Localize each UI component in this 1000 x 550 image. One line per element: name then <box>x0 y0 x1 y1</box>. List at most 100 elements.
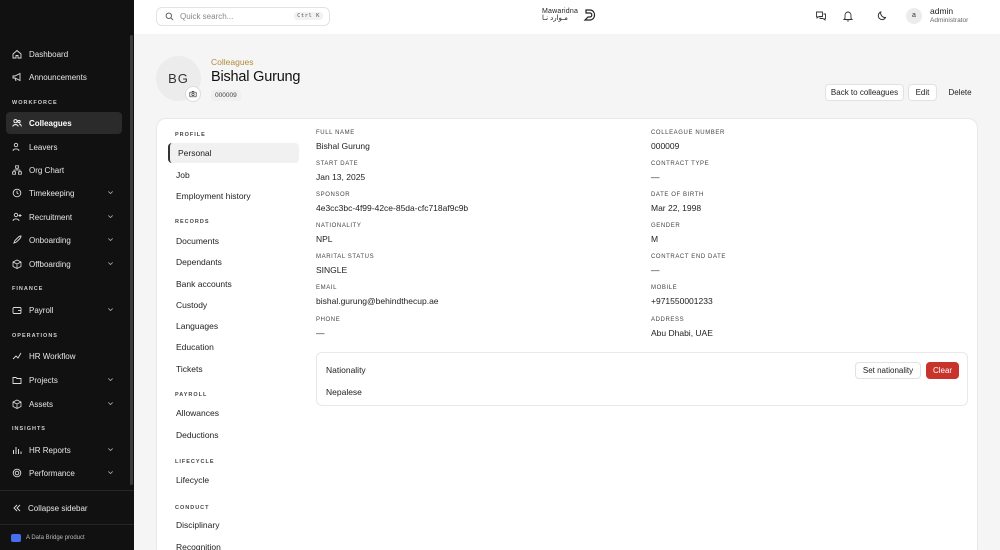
start-date-value: Jan 13, 2025 <box>316 172 366 182</box>
change-photo-button[interactable] <box>185 86 201 102</box>
sidebar-item-label: HR Reports <box>29 445 71 455</box>
nationality-value: NPL <box>316 234 333 244</box>
sidebar-item-org-chart[interactable]: Org Chart <box>6 159 122 181</box>
tab-disciplinary[interactable]: Disciplinary <box>168 515 299 535</box>
full-name-value: Bishal Gurung <box>316 141 370 151</box>
contract-end-date-value: — <box>651 265 660 275</box>
tab-allowances[interactable]: Allowances <box>168 403 299 423</box>
tab-bank-accounts[interactable]: Bank accounts <box>168 274 299 294</box>
colleague-number-badge: 000009 <box>211 90 241 101</box>
sidebar-item-hr-workflow[interactable]: HR Workflow <box>6 345 122 367</box>
sidebar-item-timekeeping[interactable]: Timekeeping <box>6 182 122 204</box>
sidebar-item-projects[interactable]: Projects <box>6 369 122 391</box>
sidebar-item-onboarding[interactable]: Onboarding <box>6 229 122 251</box>
messages-icon[interactable] <box>815 10 827 22</box>
sponsor-value: 4e3cc3bc-4f99-42ce-85da-cfc718af9c9b <box>316 203 469 213</box>
tab-lifecycle[interactable]: Lifecycle <box>168 470 299 490</box>
marital-status-value: SINGLE <box>316 265 348 275</box>
sidebar-item-label: Onboarding <box>29 235 71 245</box>
sidebar-item-label: Timekeeping <box>29 188 75 198</box>
sidebar-item-announcements[interactable]: Announcements <box>6 66 122 88</box>
nationality-label: NATIONALITY <box>316 223 362 229</box>
nav-section-records: RECORDS <box>175 219 210 225</box>
sidebar-item-recruitment[interactable]: Recruitment <box>6 206 122 228</box>
sidebar-item-dashboard[interactable]: Dashboard <box>6 43 122 65</box>
user-name: admin <box>930 6 954 16</box>
sidebar: Dashboard Announcements WORKFORCE Collea… <box>0 0 134 550</box>
tab-documents[interactable]: Documents <box>168 231 299 251</box>
chevron-down-icon <box>108 471 113 475</box>
tab-custody[interactable]: Custody <box>168 295 299 315</box>
back-to-colleagues-button[interactable]: Back to colleagues <box>825 84 904 101</box>
camera-icon <box>189 90 197 98</box>
mobile-value: +971550001233 <box>651 296 713 306</box>
tab-education[interactable]: Education <box>168 337 299 357</box>
sidebar-item-hr-reports[interactable]: HR Reports <box>6 439 122 461</box>
brand-name-ar: مـوارد نـا <box>542 15 568 22</box>
user-menu[interactable]: a admin Administrator <box>906 6 968 25</box>
brand-mark-icon <box>583 9 596 21</box>
search-icon <box>165 12 174 21</box>
user-avatar: a <box>906 7 922 24</box>
tab-recognition[interactable]: Recognition <box>168 537 299 550</box>
sidebar-item-label: Projects <box>29 375 58 385</box>
sidebar-section-insights: INSIGHTS <box>12 426 46 432</box>
sidebar-item-offboarding[interactable]: Offboarding <box>6 253 122 275</box>
sidebar-item-assets[interactable]: Assets <box>6 393 122 415</box>
tab-deductions[interactable]: Deductions <box>168 425 299 445</box>
sidebar-item-label: Org Chart <box>29 165 65 175</box>
mobile-label: MOBILE <box>651 285 678 291</box>
sidebar-item-colleagues[interactable]: Colleagues <box>6 112 122 134</box>
megaphone-icon <box>12 72 22 82</box>
clear-nationality-button[interactable]: Clear <box>926 362 959 379</box>
chevron-down-icon <box>108 402 113 406</box>
wallet-icon <box>12 305 22 315</box>
footer-text: A Data Bridge product <box>26 535 85 541</box>
nationality-panel: Nationality Nepalese Set nationality Cle… <box>316 352 968 406</box>
nav-section-conduct: CONDUCT <box>175 505 210 511</box>
bell-icon[interactable] <box>842 10 854 22</box>
sidebar-footer: A Data Bridge product <box>11 534 85 542</box>
email-label: EMAIL <box>316 285 338 291</box>
set-nationality-button[interactable]: Set nationality <box>855 362 921 379</box>
contract-end-date-label: CONTRACT END DATE <box>651 254 726 260</box>
dark-mode-icon[interactable] <box>876 10 888 22</box>
tab-dependants[interactable]: Dependants <box>168 252 299 272</box>
gender-label: GENDER <box>651 223 681 229</box>
sidebar-item-leavers[interactable]: Leavers <box>6 136 122 158</box>
sidebar-item-label: Payroll <box>29 305 54 315</box>
sidebar-item-label: Offboarding <box>29 259 71 269</box>
chevron-down-icon <box>108 308 113 312</box>
target-icon <box>12 468 22 478</box>
tab-job[interactable]: Job <box>168 165 299 185</box>
search-placeholder: Quick search... <box>180 12 234 21</box>
main-content: BG Colleagues Bishal Gurung 000009 Back … <box>134 34 1000 550</box>
full-name-label: FULL NAME <box>316 130 355 136</box>
collapse-sidebar-button[interactable]: Collapse sidebar <box>5 497 121 519</box>
address-label: ADDRESS <box>651 317 685 323</box>
sidebar-item-label: Dashboard <box>29 49 69 59</box>
sidebar-scrollbar[interactable] <box>130 35 133 485</box>
tab-employment-history[interactable]: Employment history <box>168 186 299 206</box>
sidebar-item-payroll[interactable]: Payroll <box>6 299 122 321</box>
tab-tickets[interactable]: Tickets <box>168 359 299 379</box>
sidebar-item-label: Announcements <box>29 72 87 82</box>
delete-button[interactable]: Delete <box>942 84 978 101</box>
phone-label: PHONE <box>316 317 341 323</box>
brand-logo[interactable]: Mawaridna مـوارد نـا <box>542 8 596 22</box>
search-input[interactable]: Quick search... Ctrl K <box>156 7 330 26</box>
chevron-down-icon <box>108 448 113 452</box>
tab-personal[interactable]: Personal <box>168 143 299 163</box>
breadcrumb[interactable]: Colleagues <box>211 57 254 67</box>
date-of-birth-value: Mar 22, 1998 <box>651 203 702 213</box>
start-date-label: START DATE <box>316 161 359 167</box>
collapse-icon <box>11 503 21 513</box>
sidebar-item-performance[interactable]: Performance <box>6 462 122 484</box>
colleague-number-value: 000009 <box>651 141 680 151</box>
tab-languages[interactable]: Languages <box>168 316 299 336</box>
chevron-down-icon <box>108 215 113 219</box>
clock-icon <box>12 188 22 198</box>
sidebar-section-operations: OPERATIONS <box>12 333 58 339</box>
edit-button[interactable]: Edit <box>908 84 937 101</box>
folder-icon <box>12 375 22 385</box>
